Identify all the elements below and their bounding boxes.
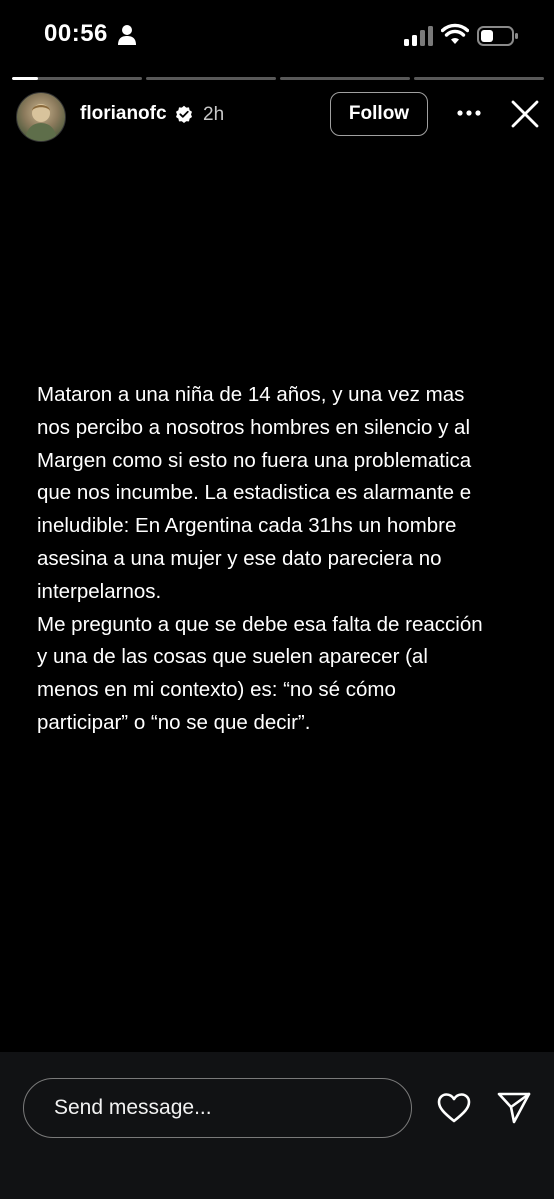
story-text: Mataron a una niña de 14 años, y una vez… bbox=[37, 383, 483, 734]
avatar-image bbox=[25, 104, 57, 141]
story-header: florianofc 2h Follow bbox=[0, 91, 554, 142]
story-progress-segment bbox=[146, 77, 276, 80]
close-icon[interactable] bbox=[510, 99, 540, 129]
send-message-placeholder: Send message... bbox=[54, 1096, 212, 1119]
story-card[interactable]: florianofc 2h Follow Mataron a una niña … bbox=[0, 67, 554, 1052]
story-progress-fill bbox=[12, 77, 38, 80]
heart-icon[interactable] bbox=[437, 1092, 471, 1124]
verified-badge-icon bbox=[176, 105, 192, 123]
story-username[interactable]: florianofc bbox=[80, 103, 167, 125]
avatar[interactable] bbox=[16, 92, 66, 142]
person-icon bbox=[118, 25, 136, 45]
status-bar: 00:56 bbox=[0, 0, 554, 66]
story-progress-segment bbox=[280, 77, 410, 80]
send-message-input[interactable]: Send message... bbox=[23, 1078, 412, 1138]
status-time: 00:56 bbox=[44, 20, 108, 47]
story-progress-segment bbox=[414, 77, 544, 80]
story-progress bbox=[12, 77, 544, 80]
battery-icon bbox=[477, 26, 518, 46]
wifi-icon bbox=[441, 23, 469, 44]
story-time-ago: 2h bbox=[203, 104, 225, 125]
more-options-icon[interactable] bbox=[455, 103, 483, 123]
story-progress-segment bbox=[12, 77, 142, 80]
reply-bar: Send message... bbox=[0, 1052, 554, 1199]
follow-button[interactable]: Follow bbox=[330, 92, 428, 136]
cellular-signal-icon bbox=[404, 26, 433, 46]
send-direct-icon[interactable] bbox=[496, 1091, 532, 1125]
